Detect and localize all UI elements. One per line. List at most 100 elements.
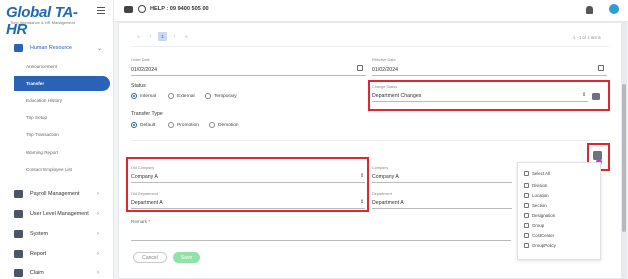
report-icon xyxy=(14,250,23,258)
change-status-select[interactable]: Department Changes xyxy=(372,93,421,99)
menu-toggle-icon[interactable] xyxy=(97,7,105,14)
top-bar: HELP : 09 9400 505 00 xyxy=(114,0,628,22)
column-option-label: Designation xyxy=(532,213,556,218)
last-page-button[interactable]: » xyxy=(182,32,191,41)
column-option-costcenter[interactable]: CostCenter xyxy=(524,233,554,238)
pagination: « ‹ 1 › » xyxy=(134,32,191,41)
select-arrow-icon: ⇕ xyxy=(582,92,587,98)
people-icon xyxy=(14,44,23,52)
order-date-field[interactable]: 01/02/2024 xyxy=(131,67,157,73)
sidebar-item-claim[interactable]: Claim › xyxy=(0,265,114,279)
sidebar-item-label: Claim xyxy=(30,270,44,276)
company-select[interactable]: Company A xyxy=(372,174,399,180)
sidebar-item-payroll-management[interactable]: Payroll Management › xyxy=(0,186,114,202)
chevron-right-icon: › xyxy=(97,231,99,237)
next-page-button[interactable]: › xyxy=(170,32,179,41)
sidebar-subitem-warning-report[interactable]: Warning Report xyxy=(0,145,114,160)
chevron-right-icon: › xyxy=(97,191,99,197)
app-logo[interactable]: Global TA-HR Time Attendance & HR Manage… xyxy=(6,4,86,38)
sidebar-item-user-level-management[interactable]: User Level Management › xyxy=(0,206,114,222)
sidebar-subitem-trip-transaction[interactable]: Trip Transaction xyxy=(0,127,114,142)
divider xyxy=(372,208,512,209)
sidebar: Global TA-HR Time Attendance & HR Manage… xyxy=(0,0,114,279)
checkbox-icon xyxy=(524,243,529,248)
status-radio-temporary[interactable]: Temporary xyxy=(205,93,237,99)
column-option-section[interactable]: Section xyxy=(524,203,547,208)
divider xyxy=(131,182,365,183)
camera-icon[interactable] xyxy=(124,6,133,13)
remark-label-text: Remark xyxy=(131,219,148,224)
radio-label: Demotion xyxy=(218,122,239,128)
sidebar-subitem-contact-employee-list[interactable]: Contact Employee List xyxy=(0,162,114,177)
sidebar-item-label: User Level Management xyxy=(30,211,89,217)
transfer-type-radio-default[interactable]: Default xyxy=(131,122,155,128)
status-radio-external[interactable]: External xyxy=(168,93,195,99)
radio-label: Promotion xyxy=(177,122,199,128)
chevron-down-icon: ⌄ xyxy=(97,45,103,52)
column-option-label: Location xyxy=(532,193,549,198)
column-option-label: Section xyxy=(532,203,547,208)
department-select[interactable]: Department A xyxy=(372,200,404,206)
old-department-select[interactable]: Department A xyxy=(131,200,163,206)
column-option-select-all[interactable]: Select All xyxy=(524,171,550,176)
effective-date-field[interactable]: 01/02/2024 xyxy=(372,67,398,73)
radio-icon xyxy=(209,122,215,128)
column-option-grouppolicy[interactable]: GroupPolicy xyxy=(524,243,556,248)
cancel-button[interactable]: Cancel xyxy=(133,252,167,263)
chevron-right-icon: › xyxy=(97,251,99,257)
calendar-icon[interactable] xyxy=(357,65,363,71)
column-option-group[interactable]: Group xyxy=(524,223,544,228)
page-number-current[interactable]: 1 xyxy=(158,32,167,41)
column-chooser-panel: Select All Division Location Section Des… xyxy=(517,162,601,260)
transfer-type-radio-promotion[interactable]: Promotion xyxy=(168,122,199,128)
radio-label: Internal xyxy=(140,93,156,99)
scrollbar-thumb[interactable] xyxy=(622,84,626,232)
transfer-type-radio-demotion[interactable]: Demotion xyxy=(209,122,239,128)
column-option-division[interactable]: Division xyxy=(524,183,547,188)
checkbox-icon xyxy=(524,213,529,218)
select-arrow-icon: ⇕ xyxy=(360,199,365,205)
status-radio-internal[interactable]: Internal xyxy=(131,93,156,99)
sidebar-item-system[interactable]: System › xyxy=(0,226,114,242)
chevron-right-icon: › xyxy=(97,270,99,276)
sidebar-item-human-resource[interactable]: Human Resource ⌄ xyxy=(0,40,114,56)
change-status-label: Change Status xyxy=(372,85,398,89)
radio-selected-icon xyxy=(131,122,137,128)
sidebar-item-report[interactable]: Report › xyxy=(0,246,114,262)
column-option-designation[interactable]: Designation xyxy=(524,213,555,218)
users-icon xyxy=(14,210,23,218)
prev-page-button[interactable]: ‹ xyxy=(146,32,155,41)
sidebar-subitem-trip-setup[interactable]: Trip Setup xyxy=(0,110,114,125)
bell-icon[interactable] xyxy=(586,6,593,14)
avatar[interactable] xyxy=(609,4,619,14)
radio-icon xyxy=(205,93,211,99)
old-company-select[interactable]: Company A xyxy=(131,174,158,180)
radio-label: Default xyxy=(140,122,156,128)
sidebar-subitem-label: Education History xyxy=(26,98,63,103)
remark-input[interactable] xyxy=(131,240,511,241)
scrollbar[interactable] xyxy=(621,22,627,279)
checkbox-icon xyxy=(524,193,529,198)
divider xyxy=(131,208,365,209)
sidebar-subitem-transfer[interactable]: Transfer xyxy=(14,76,110,91)
calendar-icon[interactable] xyxy=(598,65,604,71)
sliders-icon xyxy=(14,230,23,238)
copy-icon[interactable] xyxy=(592,93,600,100)
effective-date-label: Effective Date xyxy=(372,58,396,62)
remark-label: Remark * xyxy=(131,219,150,224)
required-mark: * xyxy=(148,219,151,224)
save-button[interactable]: Save xyxy=(173,252,200,263)
order-date-label: Order Date xyxy=(131,58,150,62)
sidebar-subitem-announcement[interactable]: Announcement xyxy=(0,59,114,74)
radio-label: External xyxy=(177,93,195,99)
select-arrow-icon: ⇕ xyxy=(360,173,365,179)
divider xyxy=(131,46,609,47)
first-page-button[interactable]: « xyxy=(134,32,143,41)
sidebar-subitem-label: Announcement xyxy=(26,64,57,69)
column-option-location[interactable]: Location xyxy=(524,193,549,198)
divider xyxy=(131,75,366,76)
divider xyxy=(372,182,512,183)
radio-icon xyxy=(168,93,174,99)
sidebar-subitem-education-history[interactable]: Education History xyxy=(0,93,114,108)
sidebar-subitem-label: Trip Transaction xyxy=(26,132,59,137)
